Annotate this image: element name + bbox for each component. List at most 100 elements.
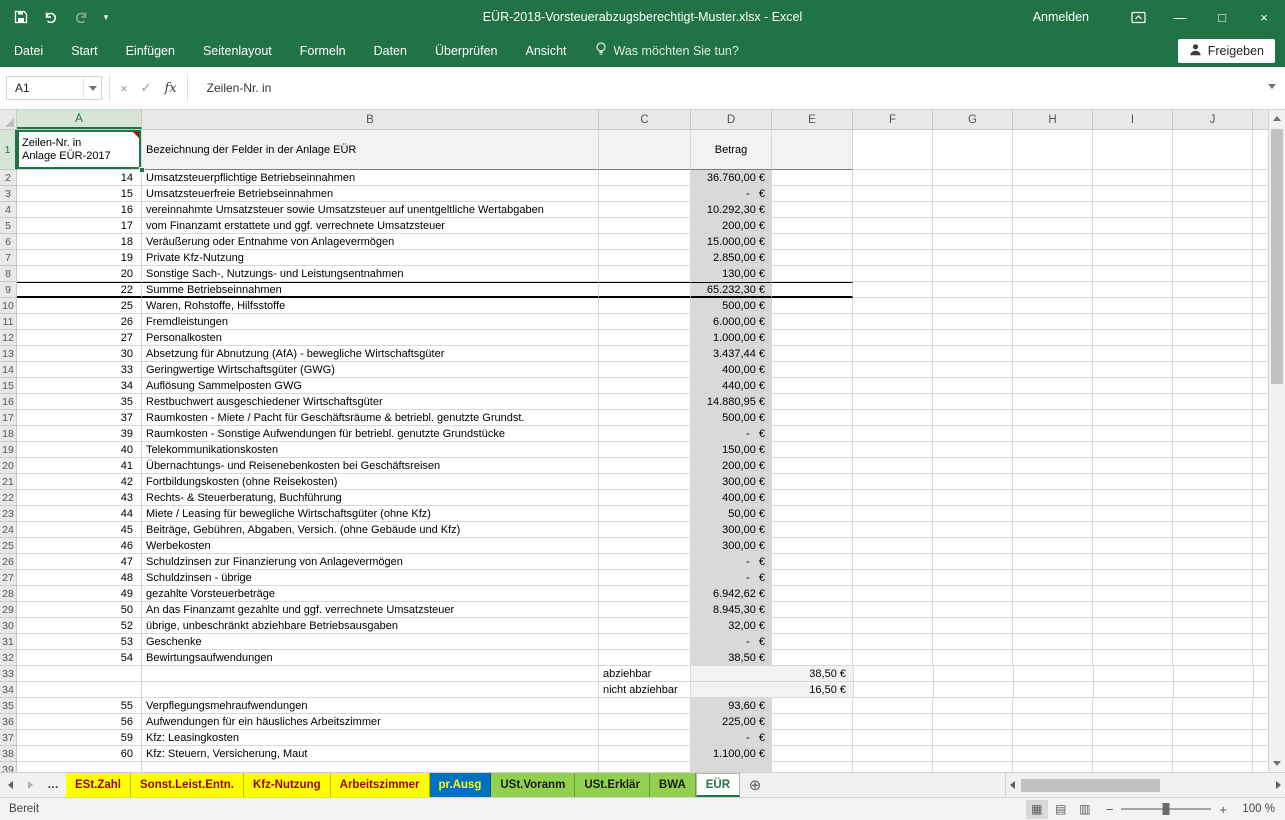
cell-B27[interactable]: Schuldzinsen - übrige xyxy=(142,570,599,586)
cell-C17[interactable] xyxy=(599,410,691,426)
cell-D21[interactable]: 300,00 € xyxy=(691,474,772,490)
cell-D33[interactable]: 38,50 € xyxy=(691,666,854,682)
sheet-nav-left-icon[interactable] xyxy=(0,773,20,797)
cell-I39[interactable] xyxy=(1093,762,1173,772)
cell-H5[interactable] xyxy=(1013,218,1093,234)
cell-A28[interactable]: 49 xyxy=(17,586,142,602)
row-header-26[interactable]: 26 xyxy=(0,554,17,570)
cell-G18[interactable] xyxy=(933,426,1013,442)
cell-D24[interactable]: 300,00 € xyxy=(691,522,772,538)
cell-H31[interactable] xyxy=(1013,634,1093,650)
cell-H19[interactable] xyxy=(1013,442,1093,458)
cell-B20[interactable]: Übernachtungs- und Reisenebenkosten bei … xyxy=(142,458,599,474)
cell-J36[interactable] xyxy=(1173,714,1253,730)
cell-A20[interactable]: 41 xyxy=(17,458,142,474)
row-header-30[interactable]: 30 xyxy=(0,618,17,634)
cell-D36[interactable]: 225,00 € xyxy=(691,714,772,730)
cell-B37[interactable]: Kfz: Leasingkosten xyxy=(142,730,599,746)
cell-G21[interactable] xyxy=(933,474,1013,490)
cell-J18[interactable] xyxy=(1173,426,1253,442)
cell-H16[interactable] xyxy=(1013,394,1093,410)
cell-A10[interactable]: 25 xyxy=(17,298,142,314)
cell-I20[interactable] xyxy=(1093,458,1173,474)
cell-B5[interactable]: vom Finanzamt erstattete und ggf. verrec… xyxy=(142,218,599,234)
cell-H34[interactable] xyxy=(1014,682,1094,698)
cell-E10[interactable] xyxy=(772,298,853,314)
cell-G10[interactable] xyxy=(933,298,1013,314)
cell-I28[interactable] xyxy=(1093,586,1173,602)
cell-E8[interactable] xyxy=(772,266,853,282)
cell-B2[interactable]: Umsatzsteuerpflichtige Betriebseinnahmen xyxy=(142,170,599,186)
cell-E21[interactable] xyxy=(772,474,853,490)
cell-D25[interactable]: 300,00 € xyxy=(691,538,772,554)
cell-F28[interactable] xyxy=(853,586,933,602)
cell-H28[interactable] xyxy=(1013,586,1093,602)
cell-C9[interactable] xyxy=(599,282,691,298)
cell-G32[interactable] xyxy=(933,650,1013,666)
cell-G7[interactable] xyxy=(933,250,1013,266)
cell-I1[interactable] xyxy=(1093,130,1173,170)
sheet-tab-BWA[interactable]: BWA xyxy=(650,773,696,797)
column-header-A[interactable]: A xyxy=(17,110,142,129)
zoom-level[interactable]: 100 % xyxy=(1237,803,1275,815)
ribbon-tab-Datei[interactable]: Datei xyxy=(0,34,57,67)
cell-A33[interactable] xyxy=(17,666,142,682)
cell-G6[interactable] xyxy=(933,234,1013,250)
cell-A16[interactable]: 35 xyxy=(17,394,142,410)
cell-D8[interactable]: 130,00 € xyxy=(691,266,772,282)
minimize-button[interactable]: — xyxy=(1159,0,1201,34)
cell-G34[interactable] xyxy=(934,682,1014,698)
cell-D15[interactable]: 440,00 € xyxy=(691,378,772,394)
row-header-16[interactable]: 16 xyxy=(0,394,17,410)
cell-G25[interactable] xyxy=(933,538,1013,554)
cell-A7[interactable]: 19 xyxy=(17,250,142,266)
cell-H14[interactable] xyxy=(1013,362,1093,378)
cell-F33[interactable] xyxy=(854,666,934,682)
cell-G23[interactable] xyxy=(933,506,1013,522)
cell-F26[interactable] xyxy=(853,554,933,570)
cell-B39[interactable] xyxy=(142,762,599,772)
cell-D12[interactable]: 1.000,00 € xyxy=(691,330,772,346)
cell-G9[interactable] xyxy=(933,282,1013,298)
new-sheet-button[interactable]: ⊕ xyxy=(740,773,770,797)
cell-F24[interactable] xyxy=(853,522,933,538)
row-header-35[interactable]: 35 xyxy=(0,698,17,714)
cell-D28[interactable]: 6.942,62 € xyxy=(691,586,772,602)
cell-H21[interactable] xyxy=(1013,474,1093,490)
cell-A35[interactable]: 55 xyxy=(17,698,142,714)
row-header-32[interactable]: 32 xyxy=(0,650,17,666)
cell-A29[interactable]: 50 xyxy=(17,602,142,618)
cell-E4[interactable] xyxy=(772,202,853,218)
cell-C13[interactable] xyxy=(599,346,691,362)
cell-E26[interactable] xyxy=(772,554,853,570)
cell-D30[interactable]: 32,00 € xyxy=(691,618,772,634)
cell-H38[interactable] xyxy=(1013,746,1093,762)
sign-in-link[interactable]: Anmelden xyxy=(1033,10,1089,24)
cell-F20[interactable] xyxy=(853,458,933,474)
cell-A38[interactable]: 60 xyxy=(17,746,142,762)
ribbon-tab-Ansicht[interactable]: Ansicht xyxy=(512,34,581,67)
cell-B25[interactable]: Werbekosten xyxy=(142,538,599,554)
cell-D14[interactable]: 400,00 € xyxy=(691,362,772,378)
sheet-tab-overflow[interactable]: … xyxy=(40,773,66,797)
cell-F17[interactable] xyxy=(853,410,933,426)
cell-C3[interactable] xyxy=(599,186,691,202)
cell-G39[interactable] xyxy=(933,762,1013,772)
cell-F30[interactable] xyxy=(853,618,933,634)
cell-D35[interactable]: 93,60 € xyxy=(691,698,772,714)
cell-E2[interactable] xyxy=(772,170,853,186)
cell-I30[interactable] xyxy=(1093,618,1173,634)
hscroll-right-icon[interactable] xyxy=(1276,781,1281,789)
cell-E29[interactable] xyxy=(772,602,853,618)
cell-H37[interactable] xyxy=(1013,730,1093,746)
column-header-C[interactable]: C xyxy=(599,110,691,129)
cell-J27[interactable] xyxy=(1173,570,1253,586)
horizontal-scrollbar[interactable] xyxy=(1005,773,1285,797)
vertical-scroll-track[interactable] xyxy=(1269,127,1285,755)
cell-H23[interactable] xyxy=(1013,506,1093,522)
cell-G16[interactable] xyxy=(933,394,1013,410)
cell-J19[interactable] xyxy=(1173,442,1253,458)
cell-H8[interactable] xyxy=(1013,266,1093,282)
cell-E18[interactable] xyxy=(772,426,853,442)
cell-G33[interactable] xyxy=(934,666,1014,682)
